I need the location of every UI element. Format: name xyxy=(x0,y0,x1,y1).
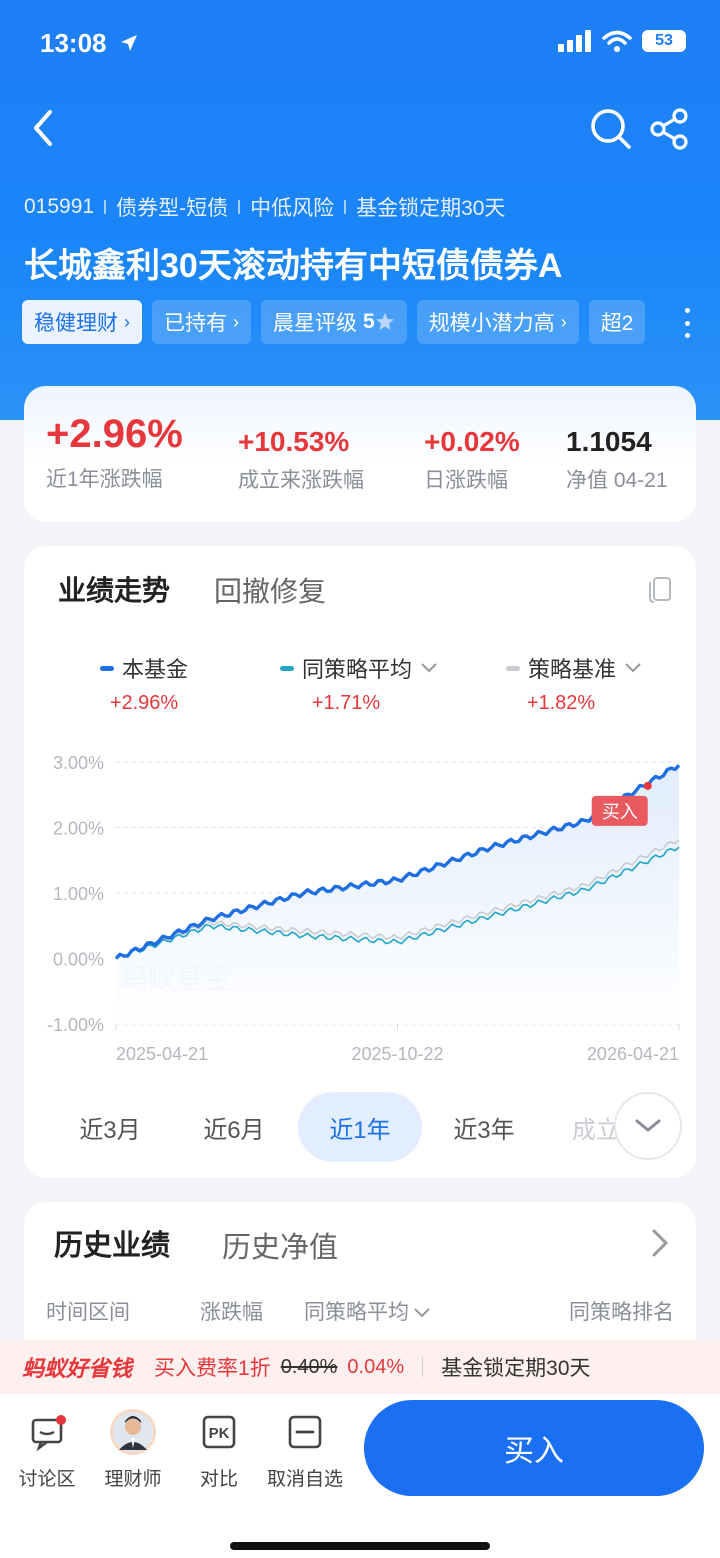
col-period: 时间区间 xyxy=(46,1301,130,1324)
stat-since-inception: +10.53% 成立来涨跌幅 xyxy=(238,426,364,492)
svg-text:PK: PK xyxy=(209,1425,230,1442)
y-tick-label: 0.00% xyxy=(53,950,104,970)
tag-held[interactable]: 已持有 › xyxy=(152,300,251,344)
star-icon xyxy=(375,313,394,330)
search-icon[interactable] xyxy=(588,106,634,152)
range-3m[interactable]: 近3月 xyxy=(48,1092,172,1162)
stats-card: +2.96% 近1年涨跌幅 +10.53% 成立来涨跌幅 +0.02% 日涨跌幅… xyxy=(24,386,696,522)
discussion-button[interactable]: 讨论区 xyxy=(2,1408,92,1491)
tab-history-nav[interactable]: 历史净值 xyxy=(222,1224,338,1266)
performance-card: 业绩走势 回撤修复 本基金 +2.96% 同策略平均 +1.71% 策略基准 +… xyxy=(24,546,696,1178)
stat-daily: +0.02% 日涨跌幅 xyxy=(424,426,520,492)
fund-lock: 基金锁定期30天 xyxy=(356,197,506,220)
y-tick-label: -1.00% xyxy=(47,1015,104,1035)
more-icon[interactable] xyxy=(682,308,692,338)
range-6m[interactable]: 近6月 xyxy=(172,1092,296,1162)
range-1y[interactable]: 近1年 xyxy=(298,1092,422,1162)
fund-name: 长城鑫利30天滚动持有中短债债券A xyxy=(24,247,563,285)
range-3y[interactable]: 近3年 xyxy=(422,1092,546,1162)
status-time: 13:08 xyxy=(40,28,140,59)
buy-button[interactable]: 买入 xyxy=(364,1400,704,1496)
chevron-down-icon xyxy=(414,1308,430,1318)
promo-new-rate: 0.04% xyxy=(347,1355,405,1378)
range-tabs: 近3月 近6月 近1年 近3年 成立来 xyxy=(24,1092,696,1162)
promo-bar[interactable]: 蚂蚁好省钱 买入费率1折 0.40% 0.04% 基金锁定期30天 xyxy=(0,1340,720,1394)
buy-marker-label: 买入 xyxy=(602,802,638,822)
x-tick-label: 2025-10-22 xyxy=(351,1044,443,1064)
chevron-down-icon xyxy=(625,663,641,673)
legend-strategy-avg[interactable]: 同策略平均 +1.71% xyxy=(280,652,438,715)
copy-icon[interactable] xyxy=(644,572,676,604)
fund-meta: 015991 债券型-短债 中低风险 基金锁定期30天 xyxy=(24,192,505,222)
tag-more[interactable]: 超2 xyxy=(588,300,646,344)
tag-small-scale[interactable]: 规模小潜力高 › xyxy=(416,300,579,344)
col-change: 涨跌幅 xyxy=(200,1301,263,1324)
x-tick-label: 2025-04-21 xyxy=(116,1044,208,1064)
promo-fee-label: 买入费率1折 xyxy=(154,1357,271,1380)
signal-icon xyxy=(558,30,591,52)
compare-button[interactable]: PK 对比 xyxy=(174,1408,264,1491)
tab-performance[interactable]: 业绩走势 xyxy=(24,546,204,632)
stat-1y: +2.96% 近1年涨跌幅 xyxy=(46,412,183,491)
legend-benchmark[interactable]: 策略基准 +1.82% xyxy=(506,652,642,715)
x-tick-label: 2026-04-21 xyxy=(587,1044,679,1064)
performance-chart: 3.00% 2.00% 1.00% 0.00% -1.00% 2025-04-21 2025… xyxy=(47,753,681,1064)
chart-legend: 本基金 +2.96% 同策略平均 +1.71% 策略基准 +1.82% xyxy=(24,652,696,722)
home-indicator xyxy=(230,1542,490,1550)
col-strategy-avg[interactable]: 同策略平均 xyxy=(304,1296,431,1326)
performance-tabs: 业绩走势 回撤修复 xyxy=(24,546,696,632)
chevron-right-icon[interactable] xyxy=(648,1226,672,1260)
expand-ranges-button[interactable] xyxy=(614,1092,682,1160)
promo-lock: 基金锁定期30天 xyxy=(441,1357,591,1380)
minus-square-icon xyxy=(288,1415,322,1449)
location-arrow-icon xyxy=(120,35,137,51)
advisor-button[interactable]: 理财师 xyxy=(88,1408,178,1491)
y-tick-label: 1.00% xyxy=(53,884,104,904)
y-tick-label: 3.00% xyxy=(53,753,104,773)
buy-point xyxy=(643,781,652,790)
col-strategy-rank: 同策略排名 xyxy=(569,1301,674,1324)
tag-row: 稳健理财 › 已持有 › 晨星评级 5 规模小潜力高 › 超2 xyxy=(22,300,662,346)
share-icon[interactable] xyxy=(646,106,692,152)
battery-indicator: 53 xyxy=(642,30,686,52)
pk-compare-icon: PK xyxy=(202,1415,236,1449)
remove-watchlist-button[interactable]: 取消自选 xyxy=(260,1408,350,1491)
legend-this-fund: 本基金 +2.96% xyxy=(100,652,188,715)
bottom-bar: 讨论区 理财师 PK 对比 取消自选 买入 xyxy=(0,1394,720,1558)
fund-risk: 中低风险 xyxy=(250,197,335,220)
tag-steady-finance[interactable]: 稳健理财 › xyxy=(22,300,142,344)
tab-history-performance[interactable]: 历史业绩 xyxy=(24,1202,200,1284)
fund-type: 债券型-短债 xyxy=(116,197,229,220)
back-icon[interactable] xyxy=(24,104,64,152)
avatar xyxy=(110,1409,156,1455)
stat-nav: 1.1054 净值 04-21 xyxy=(566,426,668,492)
chevron-down-icon xyxy=(635,1119,661,1132)
nav-bar xyxy=(0,100,720,160)
chevron-down-icon xyxy=(421,663,437,673)
status-bar: 13:08 53 xyxy=(0,0,720,90)
tab-drawdown[interactable]: 回撤修复 xyxy=(214,570,326,610)
tag-morningstar-rating[interactable]: 晨星评级 5 xyxy=(261,300,407,344)
promo-brand: 蚂蚁好省钱 xyxy=(22,1356,133,1381)
promo-old-rate: 0.40% xyxy=(280,1355,338,1378)
chat-icon xyxy=(31,1415,66,1452)
fund-code: 015991 xyxy=(24,195,95,218)
y-tick-label: 2.00% xyxy=(53,819,104,839)
wifi-icon xyxy=(602,30,632,52)
